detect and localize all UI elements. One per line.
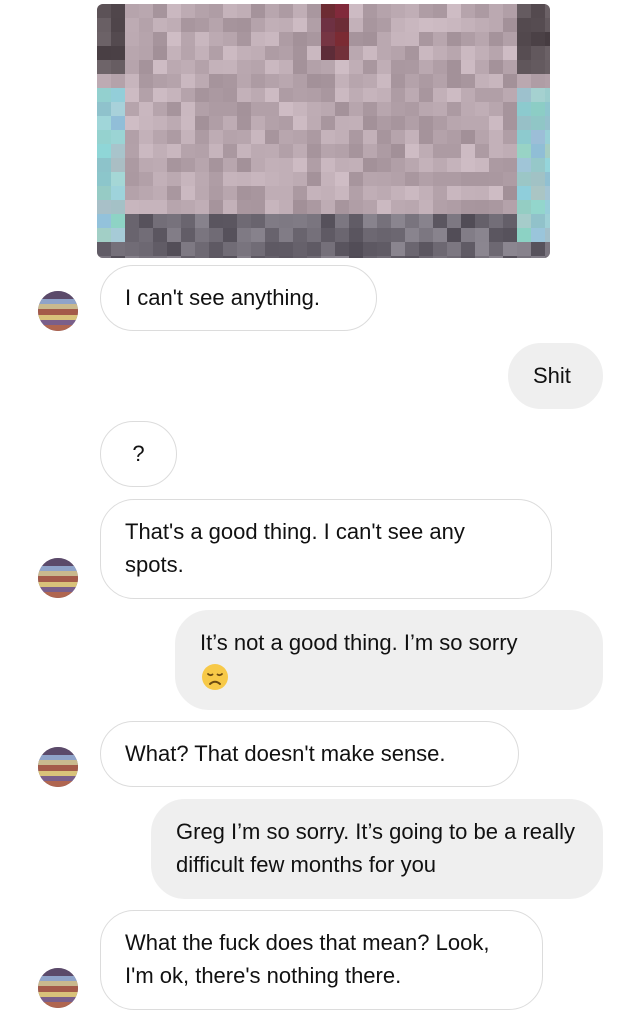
message-bubble-incoming[interactable]: I can't see anything. — [100, 265, 377, 331]
pixelated-image — [97, 4, 550, 258]
message-bubble-incoming[interactable]: What? That doesn't make sense. — [100, 721, 519, 787]
message-text: I can't see anything. — [125, 285, 320, 310]
avatar[interactable] — [38, 968, 78, 1008]
message-text: ? — [132, 441, 145, 466]
message-bubble-outgoing[interactable]: Greg I’m so sorry. It’s going to be a re… — [151, 799, 603, 899]
image-attachment[interactable] — [97, 4, 550, 258]
message-text: Shit — [533, 363, 571, 388]
message-text: That's a good thing. I can't see any spo… — [125, 519, 465, 577]
chat-thread: I can't see anything. Shit ? That's a go… — [0, 0, 632, 1020]
message-bubble-incoming[interactable]: ? — [100, 421, 177, 487]
avatar[interactable] — [38, 558, 78, 598]
disappointed-face-icon — [202, 664, 228, 691]
message-bubble-outgoing[interactable]: It’s not a good thing. I’m so sorry — [175, 610, 603, 710]
message-bubble-incoming[interactable]: That's a good thing. I can't see any spo… — [100, 499, 552, 599]
avatar[interactable] — [38, 747, 78, 787]
message-text: What? That doesn't make sense. — [125, 741, 446, 766]
message-text: What the fuck does that mean? Look, I'm … — [125, 930, 490, 988]
message-text: Greg I’m so sorry. It’s going to be a re… — [176, 819, 576, 877]
message-text: It’s not a good thing. I’m so sorry — [200, 630, 518, 655]
message-bubble-outgoing[interactable]: Shit — [508, 343, 603, 409]
message-bubble-incoming[interactable]: What the fuck does that mean? Look, I'm … — [100, 910, 543, 1010]
avatar[interactable] — [38, 291, 78, 331]
